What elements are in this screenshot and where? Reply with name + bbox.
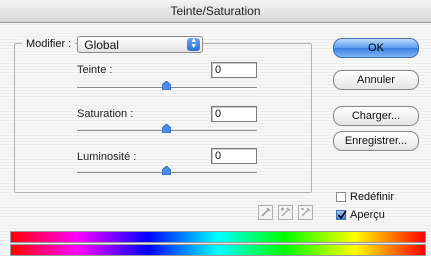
saturation-input[interactable]: 0 bbox=[211, 106, 257, 122]
preview-option[interactable]: Aperçu bbox=[336, 209, 385, 221]
lightness-slider-thumb[interactable] bbox=[162, 166, 171, 175]
colorize-label: Redéfinir bbox=[350, 191, 395, 203]
preview-label: Aperçu bbox=[350, 209, 385, 221]
saturation-label: Saturation : bbox=[77, 108, 134, 120]
input-color-spectrum bbox=[10, 231, 426, 243]
modifier-select[interactable]: Global ▲ ▼ bbox=[77, 35, 204, 53]
select-arrows-icon: ▲ ▼ bbox=[187, 37, 201, 51]
modifier-value: Global bbox=[84, 37, 119, 52]
load-button[interactable]: Charger... bbox=[333, 106, 419, 126]
saturation-slider-thumb[interactable] bbox=[162, 124, 171, 133]
window-title: Teinte/Saturation bbox=[0, 0, 431, 23]
eyedropper-icon[interactable] bbox=[258, 205, 273, 220]
eyedropper-minus-icon[interactable] bbox=[298, 205, 313, 220]
hue-input[interactable]: 0 bbox=[211, 62, 257, 78]
modifier-label: Modifier : bbox=[22, 38, 76, 50]
preview-checkbox[interactable] bbox=[336, 210, 347, 220]
hue-label: Teinte : bbox=[77, 64, 113, 76]
colorize-checkbox[interactable] bbox=[336, 192, 346, 202]
save-button[interactable]: Enregistrer... bbox=[333, 131, 419, 151]
lightness-label: Luminosité : bbox=[77, 151, 137, 163]
checkmark-icon bbox=[337, 210, 347, 220]
hue-slider-thumb[interactable] bbox=[162, 81, 171, 90]
lightness-input[interactable]: 0 bbox=[211, 148, 257, 164]
cancel-button[interactable]: Annuler bbox=[333, 70, 419, 90]
modifier-row: Modifier : Global ▲ ▼ bbox=[22, 34, 204, 54]
ok-button[interactable]: OK bbox=[333, 38, 419, 58]
output-color-spectrum bbox=[10, 244, 426, 256]
eyedropper-plus-icon[interactable] bbox=[278, 205, 293, 220]
colorize-option[interactable]: Redéfinir bbox=[336, 191, 394, 203]
